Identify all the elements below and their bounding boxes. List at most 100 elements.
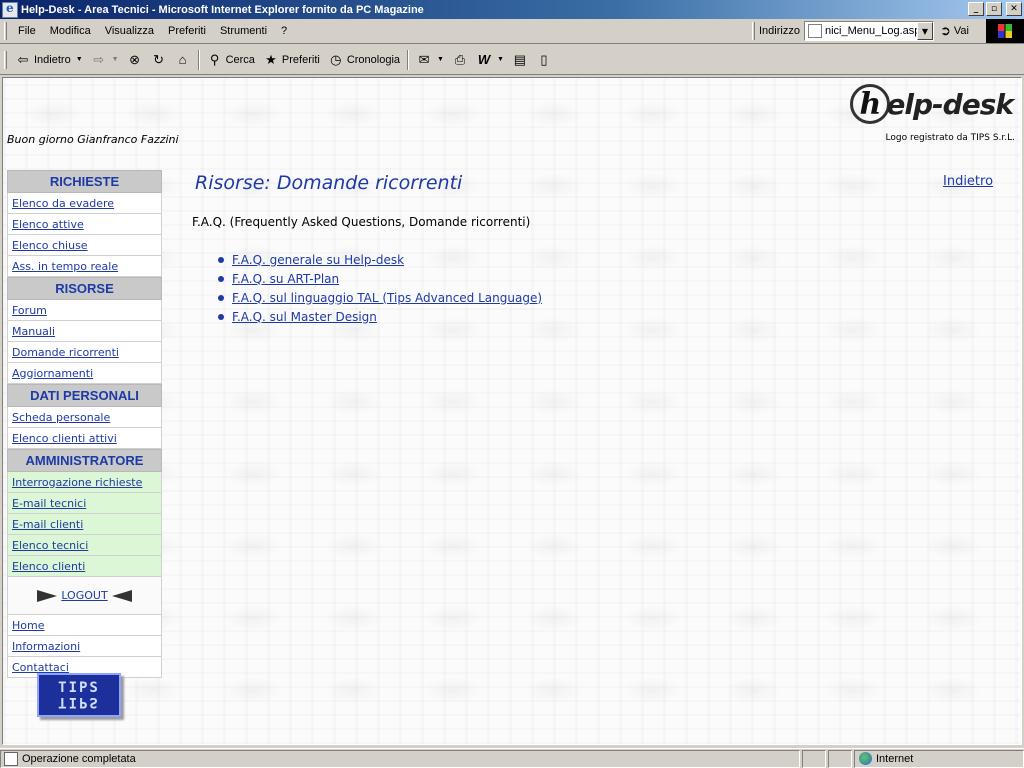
address-box[interactable]: ▼ — [803, 21, 934, 41]
discuss-button[interactable]: ▤ — [508, 49, 532, 71]
link-elenco-tecnici[interactable]: Elenco tecnici — [12, 539, 88, 552]
standard-toolbar: ⇦ Indietro ▼ ⇨ ▼ ⊗ ↻ ⌂ ⚲ Cerca ★ Preferi… — [0, 45, 1024, 75]
link-domande-ricorrenti[interactable]: Domande ricorrenti — [12, 346, 119, 359]
menu-strumenti[interactable]: Strumenti — [213, 25, 274, 37]
link-elenco-chiuse[interactable]: Elenco chiuse — [12, 239, 88, 252]
menu-modifica[interactable]: Modifica — [43, 25, 98, 37]
home-button[interactable]: ⌂ — [171, 49, 195, 71]
faq-link-art-plan[interactable]: F.A.Q. su ART-Plan — [232, 272, 339, 286]
arrow-right-icon — [37, 589, 58, 602]
link-aggiornamenti[interactable]: Aggiornamenti — [12, 367, 93, 380]
windows-logo-icon — [986, 19, 1024, 43]
tips-logo-text: TIPS — [58, 680, 100, 696]
ie-icon — [2, 1, 18, 18]
go-button[interactable]: ➲ Vai — [940, 23, 969, 39]
close-button[interactable]: ✕ — [1006, 2, 1022, 16]
link-forum[interactable]: Forum — [12, 304, 47, 317]
faq-link-helpdesk[interactable]: F.A.Q. generale su Help-desk — [232, 253, 404, 267]
link-elenco-clienti-attivi[interactable]: Elenco clienti attivi — [12, 432, 117, 445]
menu-preferiti[interactable]: Preferiti — [161, 25, 213, 37]
history-button[interactable]: ◷ Cronologia — [324, 49, 404, 71]
print-button[interactable]: ⎙ — [448, 49, 472, 71]
link-elenco-clienti[interactable]: Elenco clienti — [12, 560, 85, 573]
menu-file[interactable]: File — [11, 25, 43, 37]
link-contattaci[interactable]: Contattaci — [12, 661, 69, 674]
edit-button[interactable]: W ▼ — [472, 49, 508, 71]
messenger-icon: ▯ — [540, 51, 548, 67]
section-dati-personali: DATI PERSONALI — [7, 384, 162, 407]
address-grip[interactable] — [752, 22, 755, 40]
mail-dropdown-icon[interactable]: ▼ — [437, 56, 444, 63]
menu-visualizza[interactable]: Visualizza — [98, 25, 161, 37]
link-email-tecnici[interactable]: E-mail tecnici — [12, 497, 86, 510]
link-home[interactable]: Home — [12, 619, 44, 632]
maximize-button[interactable]: ▫ — [986, 2, 1002, 16]
go-arrow-icon: ➲ — [939, 23, 951, 38]
page-title: Risorse: Domande ricorrenti — [195, 172, 463, 194]
sidebar-item-elenco-da-evadere: Elenco da evadere — [7, 193, 162, 214]
page-done-icon — [4, 751, 18, 766]
list-item: F.A.Q. su ART-Plan — [232, 269, 542, 288]
back-dropdown-icon[interactable]: ▼ — [76, 56, 83, 63]
back-button[interactable]: ⇦ Indietro ▼ — [11, 49, 87, 71]
faq-link-master-design[interactable]: F.A.Q. sul Master Design — [232, 310, 377, 324]
address-label: Indirizzo — [759, 25, 800, 37]
sidebar-item-elenco-clienti: Elenco clienti — [7, 556, 162, 577]
toolbar-grip[interactable] — [4, 22, 7, 40]
link-interrogazione-richieste[interactable]: Interrogazione richieste — [12, 476, 142, 489]
mail-button[interactable]: ✉ ▼ — [412, 49, 448, 71]
section-amministratore: AMMINISTRATORE — [7, 449, 162, 472]
link-email-clienti[interactable]: E-mail clienti — [12, 518, 83, 531]
link-informazioni[interactable]: Informazioni — [12, 640, 80, 653]
window-title: Help-Desk - Area Tecnici - Microsoft Int… — [21, 3, 424, 16]
sidebar-item-forum: Forum — [7, 300, 162, 321]
list-item: F.A.Q. sul Master Design — [232, 307, 542, 326]
favorites-label: Preferiti — [281, 53, 320, 66]
tips-logo[interactable]: TIPS TIPS — [37, 673, 121, 717]
status-main: Operazione completata — [0, 749, 800, 768]
link-elenco-da-evadere[interactable]: Elenco da evadere — [12, 197, 114, 210]
stop-icon: ⊗ — [129, 51, 141, 67]
favorites-button[interactable]: ★ Preferiti — [259, 49, 324, 71]
sidebar-menu: RICHIESTE Elenco da evadere Elenco attiv… — [7, 170, 162, 678]
minimize-button[interactable]: _ — [968, 2, 984, 16]
back-link[interactable]: Indietro — [943, 174, 993, 189]
logo-text: elp-desk — [886, 87, 1014, 121]
refresh-button[interactable]: ↻ — [147, 49, 171, 71]
logout-link[interactable]: LOGOUT — [61, 589, 107, 602]
address-dropdown-icon[interactable]: ▼ — [916, 22, 933, 40]
forward-button[interactable]: ⇨ ▼ — [87, 49, 123, 71]
link-scheda-personale[interactable]: Scheda personale — [12, 411, 110, 424]
menu-help[interactable]: ? — [274, 25, 294, 37]
link-manuali[interactable]: Manuali — [12, 325, 55, 338]
sidebar-item-email-tecnici: E-mail tecnici — [7, 493, 162, 514]
sidebar-item-elenco-tecnici: Elenco tecnici — [7, 535, 162, 556]
sidebar-item-scheda-personale: Scheda personale — [7, 407, 162, 428]
address-input[interactable] — [824, 25, 917, 37]
link-ass-tempo-reale[interactable]: Ass. in tempo reale — [12, 260, 118, 273]
window-titlebar: Help-Desk - Area Tecnici - Microsoft Int… — [0, 0, 1024, 19]
sidebar-item-domande-ricorrenti: Domande ricorrenti — [7, 342, 162, 363]
search-icon: ⚲ — [209, 51, 220, 67]
search-label: Cerca — [225, 53, 255, 66]
forward-arrow-icon: ⇨ — [93, 51, 105, 67]
toolbar-grip-2[interactable] — [4, 50, 7, 69]
back-label: Indietro — [34, 53, 71, 66]
arrow-left-icon — [111, 589, 132, 602]
security-zone[interactable]: Internet — [854, 749, 1024, 768]
faq-link-tal[interactable]: F.A.Q. sul linguaggio TAL (Tips Advanced… — [232, 291, 542, 305]
edit-dropdown-icon[interactable]: ▼ — [497, 56, 504, 63]
search-button[interactable]: ⚲ Cerca — [203, 49, 259, 71]
stop-button[interactable]: ⊗ — [123, 49, 147, 71]
back-arrow-icon: ⇦ — [17, 51, 29, 67]
browser-content[interactable]: h elp-desk Logo registrato da TIPS S.r.L… — [2, 77, 1022, 745]
link-elenco-attive[interactable]: Elenco attive — [12, 218, 84, 231]
messenger-button[interactable]: ▯ — [532, 49, 556, 71]
list-item: F.A.Q. generale su Help-desk — [232, 250, 542, 269]
forward-dropdown-icon[interactable]: ▼ — [112, 56, 119, 63]
printer-icon: ⎙ — [454, 51, 466, 67]
status-cell-1 — [802, 749, 826, 768]
sidebar-item-elenco-chiuse: Elenco chiuse — [7, 235, 162, 256]
sidebar-item-manuali: Manuali — [7, 321, 162, 342]
logo-h-letter: h — [850, 84, 891, 124]
